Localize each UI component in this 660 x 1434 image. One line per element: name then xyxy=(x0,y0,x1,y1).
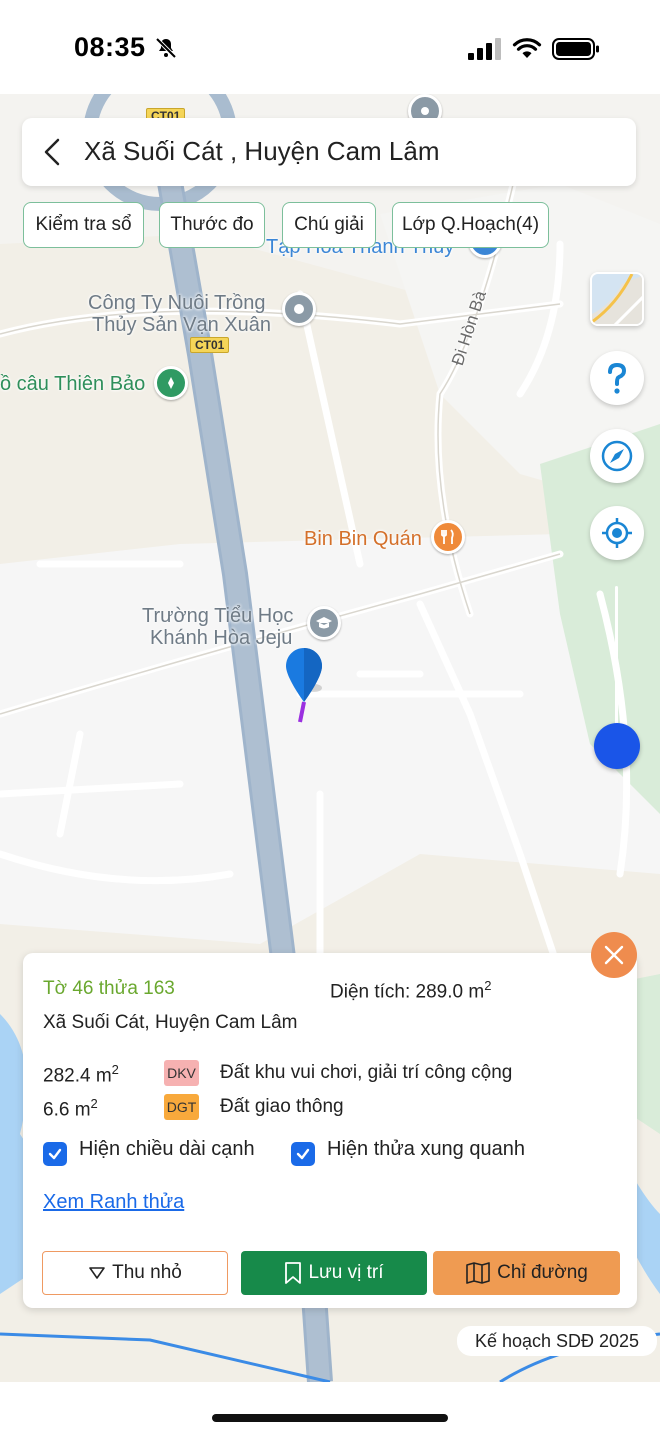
parcel-id: Tờ 46 thửa 163 xyxy=(43,978,175,999)
close-panel-button[interactable] xyxy=(591,932,637,978)
show-edge-length-checkbox[interactable] xyxy=(43,1142,67,1166)
cellular-signal-icon xyxy=(468,38,501,60)
crosshair-icon xyxy=(602,518,632,548)
back-arrow-icon[interactable] xyxy=(38,136,70,168)
highway-shield-2: CT01 xyxy=(190,337,230,353)
save-location-label: Lưu vị trí xyxy=(308,1262,384,1283)
plan-year-badge[interactable]: Kế hoạch SDĐ 2025 xyxy=(457,1326,657,1356)
collapse-button-label: Thu nhỏ xyxy=(112,1262,182,1283)
show-neighbors-label[interactable]: Hiện thửa xung quanh xyxy=(327,1138,525,1161)
collapse-button[interactable]: Thu nhỏ xyxy=(42,1251,228,1295)
land-use-area-value: 282.4 m xyxy=(43,1065,112,1087)
close-icon xyxy=(604,945,624,965)
land-use-row: 6.6 m2 DGT Đất giao thông xyxy=(43,1094,623,1122)
pigeon-label: ồ câu Thiên Bảo xyxy=(0,373,146,395)
bookmark-icon xyxy=(285,1262,302,1284)
zoom-slider-track[interactable] xyxy=(615,586,618,746)
triangle-down-icon xyxy=(89,1267,105,1279)
parcel-address: Xã Suối Cát, Huyện Cam Lâm xyxy=(43,1012,298,1033)
parcel-area: Diện tích: 289.0 m2 xyxy=(330,978,491,1003)
parcel-info-panel: Tờ 46 thửa 163 Diện tích: 289.0 m2 Xã Su… xyxy=(23,953,637,1308)
land-use-code-badge: DGT xyxy=(164,1094,199,1120)
question-icon xyxy=(608,362,627,394)
bell-slash-icon xyxy=(155,37,177,59)
battery-icon xyxy=(552,38,599,60)
restaurant-label: Bin Bin Quán xyxy=(304,528,422,550)
pigeon-poi-icon[interactable] xyxy=(154,366,188,400)
parcel-area-text: Diện tích: 289.0 m xyxy=(330,981,485,1003)
checkmark-icon xyxy=(296,1148,310,1160)
home-indicator-area xyxy=(0,1382,660,1434)
compass-button[interactable] xyxy=(590,429,644,483)
company-label-line1: Công Ty Nuôi Trồng xyxy=(88,292,266,314)
chip-planning-layers[interactable]: Lớp Q.Hoạch(4) xyxy=(392,202,549,248)
land-use-area: 6.6 m2 xyxy=(43,1096,98,1121)
directions-label: Chỉ đường xyxy=(497,1262,588,1283)
land-use-code-badge: DKV xyxy=(164,1060,199,1086)
show-edge-length-label[interactable]: Hiện chiều dài cạnh xyxy=(79,1138,255,1161)
company-poi-icon[interactable] xyxy=(282,292,316,326)
screen: 08:35 Tạp Thanh Công Ty Nuôi Trồng Thủy … xyxy=(0,0,660,1434)
home-indicator[interactable] xyxy=(212,1414,448,1422)
school-label-line1: Trường Tiểu Học xyxy=(142,605,294,627)
status-bar: 08:35 xyxy=(0,0,660,94)
location-title: Xã Suối Cát , Huyện Cam Lâm xyxy=(84,136,440,166)
map-layer-toggle[interactable] xyxy=(590,272,644,326)
location-pin-icon[interactable] xyxy=(284,646,324,726)
checkmark-icon xyxy=(48,1148,62,1160)
chip-ruler[interactable]: Thước đo xyxy=(159,202,265,248)
parcel-area-unit: 2 xyxy=(484,978,492,993)
compass-icon xyxy=(601,440,633,472)
show-neighbors-checkbox[interactable] xyxy=(291,1142,315,1166)
chip-legend[interactable]: Chú giải xyxy=(282,202,376,248)
school-poi-icon[interactable] xyxy=(307,606,341,640)
zoom-slider-handle[interactable] xyxy=(594,723,640,769)
land-use-area-value: 6.6 m xyxy=(43,1099,91,1121)
land-use-area-unit: 2 xyxy=(90,1096,98,1111)
land-use-area-unit: 2 xyxy=(111,1062,119,1077)
save-location-button[interactable]: Lưu vị trí xyxy=(241,1251,427,1295)
map-fold-icon xyxy=(466,1262,490,1284)
help-button[interactable] xyxy=(590,351,644,405)
land-use-description: Đất khu vui chơi, giải trí công cộng xyxy=(220,1062,513,1083)
land-use-area: 282.4 m2 xyxy=(43,1062,119,1087)
chip-check-book[interactable]: Kiểm tra sổ xyxy=(23,202,144,248)
search-bar[interactable]: Xã Suối Cát , Huyện Cam Lâm xyxy=(22,118,636,186)
map-layer-icon xyxy=(592,274,642,324)
land-use-row: 282.4 m2 DKV Đất khu vui chơi, giải trí … xyxy=(43,1060,623,1088)
directions-button[interactable]: Chỉ đường xyxy=(433,1251,620,1295)
land-use-description: Đất giao thông xyxy=(220,1096,344,1117)
status-time: 08:35 xyxy=(74,32,146,62)
view-boundary-link[interactable]: Xem Ranh thửa xyxy=(43,1191,184,1214)
wifi-icon xyxy=(512,38,542,58)
company-label-line2: Thủy Sản Vạn Xuân xyxy=(92,314,272,336)
locate-button[interactable] xyxy=(590,506,644,560)
school-label-line2: Khánh Hòa Jeju xyxy=(150,627,293,649)
restaurant-poi-icon[interactable] xyxy=(431,520,465,554)
